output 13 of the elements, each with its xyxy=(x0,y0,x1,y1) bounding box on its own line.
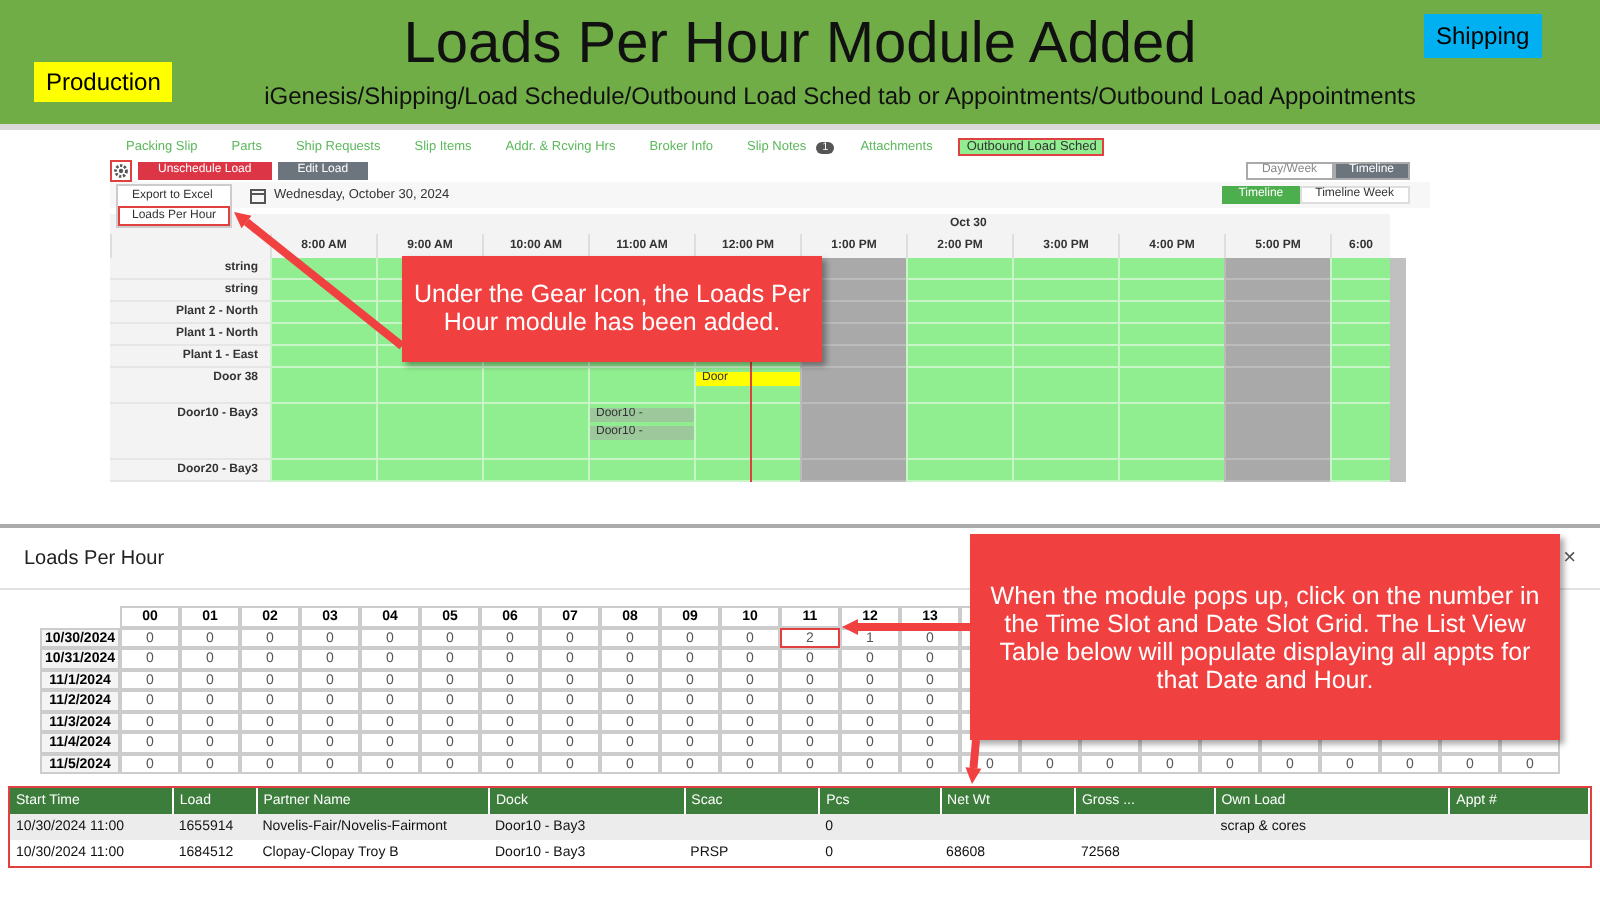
pointer-arrow xyxy=(842,619,970,635)
scrollbar[interactable] xyxy=(1390,258,1406,482)
callout-tooltip: When the module pops up, click on the number in the Time Slot and Date Slot Grid. The List View Table below will populate displaying all appts for that Date and Hour. xyxy=(970,534,1560,740)
module-label: Shipping xyxy=(1424,14,1542,58)
environment-label: Production xyxy=(34,62,173,102)
dialog-title: Loads Per Hour xyxy=(24,547,165,569)
close-button[interactable]: × xyxy=(1563,546,1576,570)
slide-title: Loads Per Hour Module Added xyxy=(403,12,1197,76)
pointer-arrow xyxy=(965,739,982,784)
calendar-icon[interactable] xyxy=(250,187,266,203)
callout-tooltip: Under the Gear Icon, the Loads Per Hour module has been added. xyxy=(402,256,822,362)
navigation-path: iGenesis/Shipping/Load Schedule/Outbound Load Sched tab or Appointments/Outbound Load Appointments xyxy=(264,82,1416,110)
settings-icon[interactable] xyxy=(110,160,132,182)
